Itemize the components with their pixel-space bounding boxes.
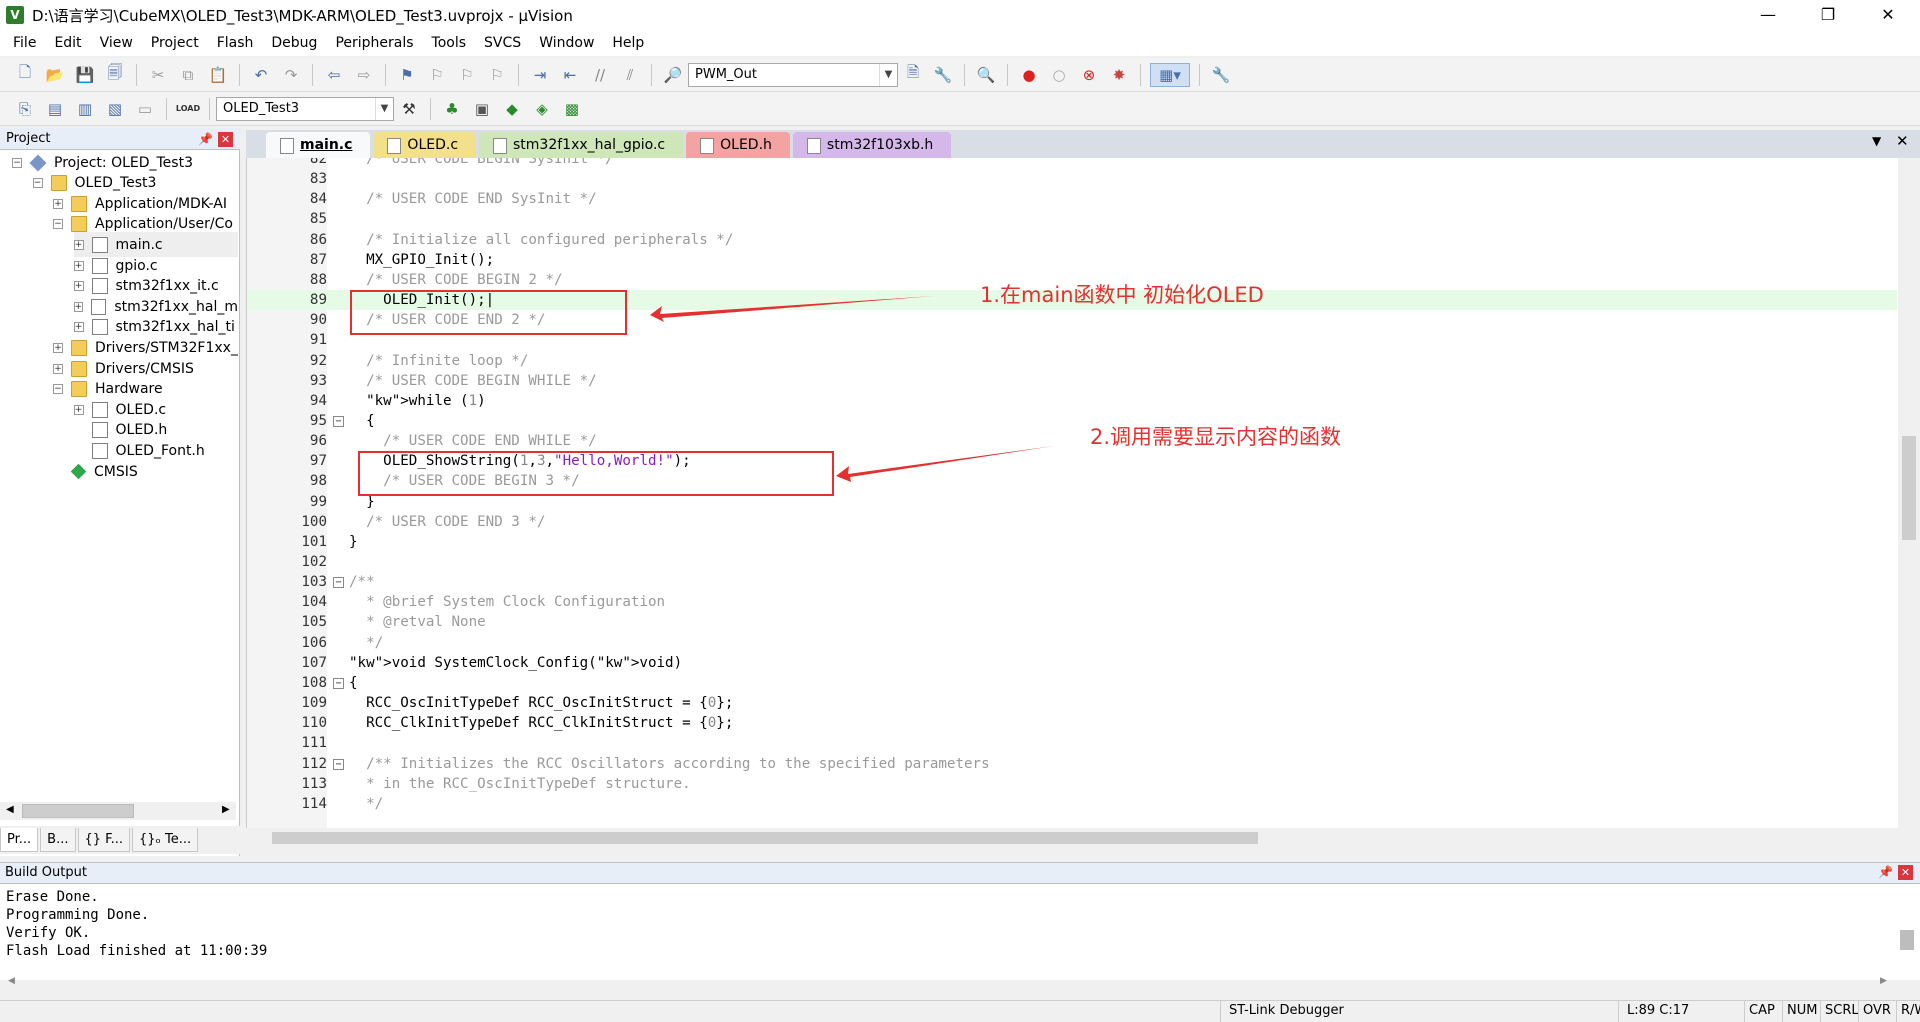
status-flag: SCRL [1820,1001,1859,1022]
build-output-line: Erase Done. [6,889,99,905]
build-output-line: Flash Load finished at 11:00:39 [6,943,268,959]
scroll-right-icon[interactable]: ▶ [1880,976,1887,986]
scroll-left-icon[interactable]: ◀ [8,976,15,986]
annotation-arrow-2 [836,446,1054,482]
build-output-line: Verify OK. [6,925,91,941]
build-output-title: Build Output [0,862,1920,884]
pin-icon[interactable]: 📌 [1878,865,1893,879]
annotation-note-1: 1.在main函数中 初始化OLED [980,283,1264,307]
cursor-position: L:89 C:17 [1618,1001,1744,1022]
status-flag: CAP [1744,1001,1782,1022]
debugger-status: ST-Link Debugger [1220,1001,1618,1022]
annotation-arrow-1 [650,296,934,322]
status-flag: R/W [1896,1001,1920,1022]
status-flag: OVR [1858,1001,1896,1022]
status-flag: NUM [1782,1001,1820,1022]
build-vscroll-thumb[interactable] [1900,930,1914,950]
build-output-text: Erase Done. Programming Done. Verify OK. Fl… [0,884,1920,980]
annotation-note-2: 2.调用需要显示内容的函数 [1090,425,1342,449]
close-panel-icon[interactable]: ✕ [1898,865,1913,880]
status-bar: ST-Link Debugger L:89 C:17 CAP NUM SCRL OVR… [0,1000,1920,1022]
build-output-line: Programming Done. [6,907,150,923]
